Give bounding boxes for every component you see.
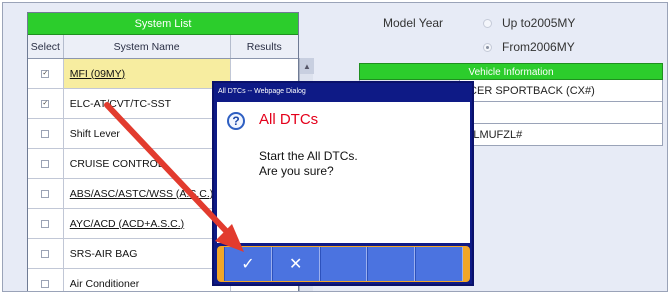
column-header-select: Select [28,35,64,58]
all-dtcs-dialog: All DTCs -- Webpage Dialog ? All DTCs St… [212,81,474,286]
system-checkbox[interactable] [41,219,50,228]
system-checkbox[interactable] [41,249,50,258]
system-name: SRS-AIR BAG [69,247,138,260]
system-checkbox[interactable] [41,189,50,198]
system-list-header: Select System Name Results [28,35,298,59]
model-year-label: Model Year [383,16,444,30]
system-name[interactable]: ABS/ASC/ASTC/WSS (A.S.C.) [70,188,214,200]
system-name: Shift Lever [69,127,120,140]
radio-button[interactable] [483,42,492,52]
system-checkbox[interactable] [41,279,50,288]
model-year-option-from-2006[interactable]: From2006MY [483,40,575,54]
system-checkbox[interactable] [41,159,50,168]
system-checkbox[interactable] [41,129,50,138]
dialog-message: Start the All DTCs. [259,149,358,163]
model-year-option-up-to-2005[interactable]: Up to2005MY [483,16,575,30]
system-checkbox[interactable]: ✓ [41,99,50,108]
app-window: System List Select System Name Results ✓… [2,2,668,292]
checkmark-icon: ✓ [241,256,255,273]
vehicle-info-value: 9 [460,102,662,123]
dialog-button-bar: ✓ ✕ [217,246,470,282]
dialog-title-bar: All DTCs -- Webpage Dialog [218,88,306,95]
system-name[interactable]: AYC/ACD (ACD+A.S.C.) [70,218,184,230]
dialog-message: Are you sure? [259,164,334,178]
system-name: Air Conditioner [69,277,140,290]
system-name[interactable]: MFI (09MY) [70,68,125,80]
empty-function-button [367,247,416,281]
system-list-title: System List [28,13,298,35]
empty-function-button [319,247,368,281]
column-header-system-name: System Name [64,35,231,58]
scroll-up-arrow-icon[interactable]: ▲ [300,58,314,74]
system-name: ELC-AT/CVT/TC-SST [69,97,172,110]
radio-button[interactable] [483,18,492,28]
vehicle-info-value: ICER SPORTBACK (CX#) [466,84,595,97]
system-checkbox[interactable]: ✓ [41,69,50,78]
empty-function-button [415,247,463,281]
dialog-heading: All DTCs [259,111,319,128]
vehicle-information-title: Vehicle Information [359,63,663,80]
vehicle-info-value: ALMUFZL# [466,128,523,141]
system-name: CRUISE CONTROL [69,157,164,170]
dialog-body: ? All DTCs Start the All DTCs. Are you s… [217,102,470,243]
ok-button[interactable]: ✓ [224,247,272,281]
close-icon: ✕ [288,256,303,273]
cancel-button[interactable]: ✕ [271,247,320,281]
column-header-results: Results [246,40,282,53]
question-icon: ? [227,112,245,130]
